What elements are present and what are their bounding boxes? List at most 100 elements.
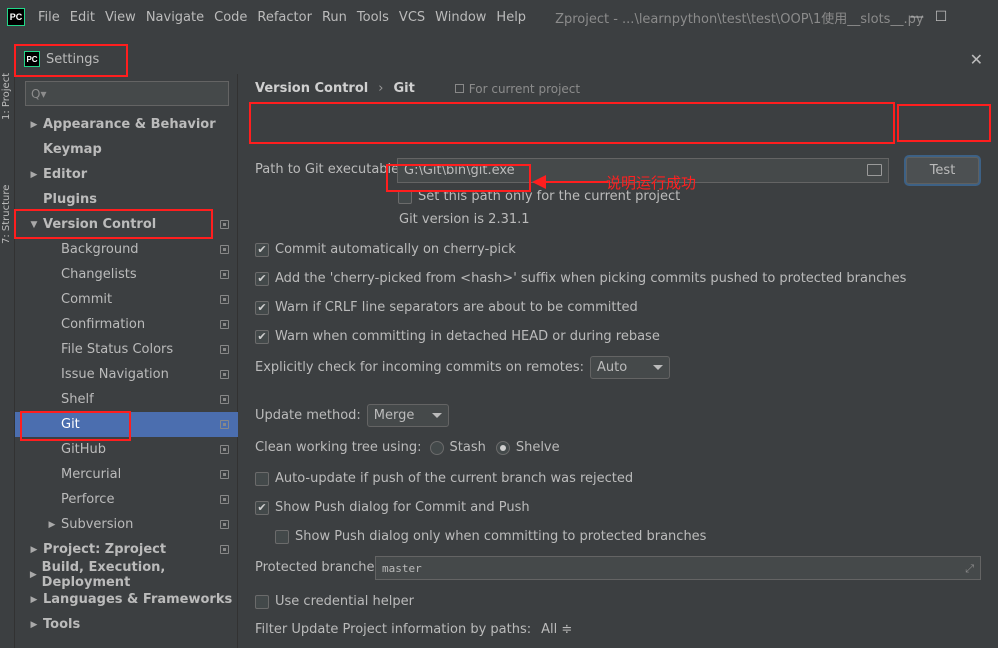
option-show-push[interactable]: ✔ Show Push dialog for Commit and Push (255, 500, 530, 515)
auto-update-checkbox[interactable] (255, 471, 269, 486)
tree-item-commit[interactable]: Commit (15, 287, 238, 312)
project-tool-tab[interactable]: 1: Project (1, 73, 12, 120)
tree-item-label: Issue Navigation (61, 367, 169, 382)
menu-refactor[interactable]: Refactor (252, 10, 317, 25)
tree-item-perforce[interactable]: Perforce (15, 487, 238, 512)
structure-tool-tab[interactable]: 7: Structure (1, 185, 12, 244)
breadcrumb-parent[interactable]: Version Control (255, 81, 368, 96)
tree-item-mercurial[interactable]: Mercurial (15, 462, 238, 487)
incoming-commits-row: Explicitly check for incoming commits on… (255, 356, 671, 379)
warn-crlf-checkbox[interactable]: ✔ (255, 300, 269, 315)
chevron-right-icon[interactable]: ▶ (27, 545, 41, 555)
tree-item-languages-frameworks[interactable]: ▶ Languages & Frameworks (15, 587, 238, 612)
tool-window-strip: 1: Project 7: Structure (0, 44, 14, 648)
tree-item-issue-navigation[interactable]: Issue Navigation (15, 362, 238, 387)
menu-window[interactable]: Window (430, 10, 491, 25)
warn-detached-checkbox[interactable]: ✔ (255, 329, 269, 344)
tree-item-label: Build, Execution, Deployment (41, 559, 166, 590)
menu-file[interactable]: File (33, 10, 65, 25)
option-warn-detached[interactable]: ✔ Warn when committing in detached HEAD … (255, 329, 660, 344)
scope-note: For current project (454, 82, 580, 96)
menu-edit[interactable]: Edit (65, 10, 100, 25)
update-method-select[interactable]: Merge (366, 404, 449, 427)
breadcrumb: Version Control › Git For current projec… (255, 81, 580, 96)
menu-vcs[interactable]: VCS (394, 10, 430, 25)
tree-item-label: Languages & Frameworks (43, 592, 233, 607)
tree-item-editor[interactable]: ▶ Editor (15, 162, 238, 187)
protected-branches-input[interactable]: master ⤢ (375, 556, 981, 580)
tree-item-label: Confirmation (61, 317, 146, 332)
tree-item-version-control[interactable]: ▼ Version Control (15, 212, 238, 237)
chevron-down-icon[interactable]: ▼ (27, 220, 41, 230)
protected-branches-label: Protected branches: (255, 560, 386, 575)
chevron-right-icon[interactable]: ▶ (27, 120, 41, 130)
option-label: Warn when committing in detached HEAD or… (275, 329, 660, 344)
stash-label[interactable]: Stash (450, 440, 486, 455)
stash-radio[interactable] (429, 440, 444, 455)
menu-code[interactable]: Code (209, 10, 252, 25)
project-level-icon (220, 370, 229, 379)
shelve-radio[interactable] (495, 440, 510, 455)
expand-icon[interactable]: ⤢ (965, 562, 974, 576)
tree-item-plugins[interactable]: Plugins (15, 187, 238, 212)
project-level-icon (220, 395, 229, 404)
chevron-right-icon[interactable]: ▶ (27, 620, 41, 630)
show-push-checkbox[interactable]: ✔ (255, 500, 269, 515)
filter-paths-select[interactable]: All ≑ (541, 622, 572, 637)
tree-item-changelists[interactable]: Changelists (15, 262, 238, 287)
show-push-label: Show Push dialog for Commit and Push (275, 500, 530, 515)
tree-item-label: Plugins (43, 192, 97, 207)
tree-item-keymap[interactable]: Keymap (15, 137, 238, 162)
shelve-label[interactable]: Shelve (516, 440, 560, 455)
tree-item-project-zproject[interactable]: ▶ Project: Zproject (15, 537, 238, 562)
cherry-pick-commit-checkbox[interactable]: ✔ (255, 242, 269, 257)
git-path-value: G:\Git\bin\git.exe (404, 163, 515, 178)
tree-item-confirmation[interactable]: Confirmation (15, 312, 238, 337)
menu-run[interactable]: Run (317, 10, 352, 25)
option-warn-crlf[interactable]: ✔ Warn if CRLF line separators are about… (255, 300, 638, 315)
project-level-icon (220, 345, 229, 354)
menu-help[interactable]: Help (491, 10, 531, 25)
settings-tree: Q▾ ▶ Appearance & Behavior Keymap ▶ Editor Pl… (15, 74, 238, 648)
option-cherry-pick-commit[interactable]: ✔ Commit automatically on cherry-pick (255, 242, 516, 257)
close-icon[interactable]: ✕ (970, 50, 983, 69)
tree-item-github[interactable]: GitHub (15, 437, 238, 462)
tree-item-label: Version Control (43, 217, 157, 232)
filter-paths-row: Filter Update Project information by pat… (255, 622, 572, 637)
tree-item-appearance-behavior[interactable]: ▶ Appearance & Behavior (15, 112, 238, 137)
tree-item-tools[interactable]: ▶ Tools (15, 612, 238, 637)
option-show-push-protected[interactable]: Show Push dialog only when committing to… (275, 529, 706, 544)
tree-item-background[interactable]: Background (15, 237, 238, 262)
settings-search-input[interactable]: Q▾ (25, 81, 229, 106)
tree-item-label: Appearance & Behavior (43, 117, 216, 132)
option-auto-update[interactable]: Auto-update if push of the current branc… (255, 471, 633, 486)
show-push-protected-checkbox[interactable] (275, 529, 289, 544)
set-path-only-checkbox[interactable] (398, 189, 412, 204)
pycharm-logo-icon: PC (7, 8, 25, 26)
tree-item-file-status-colors[interactable]: File Status Colors (15, 337, 238, 362)
tree-item-subversion[interactable]: ▶ Subversion (15, 512, 238, 537)
credential-helper-checkbox[interactable] (255, 594, 269, 609)
chevron-right-icon[interactable]: ▶ (27, 595, 41, 605)
tree-item-label: File Status Colors (61, 342, 174, 357)
chevron-right-icon[interactable]: ▶ (45, 520, 59, 530)
folder-icon[interactable] (867, 164, 882, 176)
tree-item-build-execution-deployment[interactable]: ▶ Build, Execution, Deployment (15, 559, 238, 590)
clean-tree-label: Clean working tree using: (255, 440, 422, 455)
chevron-right-icon[interactable]: ▶ (27, 570, 40, 580)
menu-tools[interactable]: Tools (352, 10, 394, 25)
incoming-commits-select[interactable]: Auto (590, 356, 671, 379)
option-cherry-pick-suffix[interactable]: ✔ Add the 'cherry-picked from <hash>' su… (255, 271, 906, 286)
breadcrumb-current: Git (393, 81, 415, 96)
tree-item-label: Subversion (61, 517, 134, 532)
menu-navigate[interactable]: Navigate (141, 10, 209, 25)
menu-view[interactable]: View (100, 10, 141, 25)
test-button[interactable]: Test (906, 157, 979, 184)
option-credential-helper[interactable]: Use credential helper (255, 594, 414, 609)
chevron-right-icon[interactable]: ▶ (27, 170, 41, 180)
tree-item-shelf[interactable]: Shelf (15, 387, 238, 412)
maximize-button[interactable]: ☐ (918, 0, 964, 34)
cherry-pick-suffix-checkbox[interactable]: ✔ (255, 271, 269, 286)
tree-item-git[interactable]: Git (15, 412, 238, 437)
tree-item-label: Project: Zproject (43, 542, 167, 557)
